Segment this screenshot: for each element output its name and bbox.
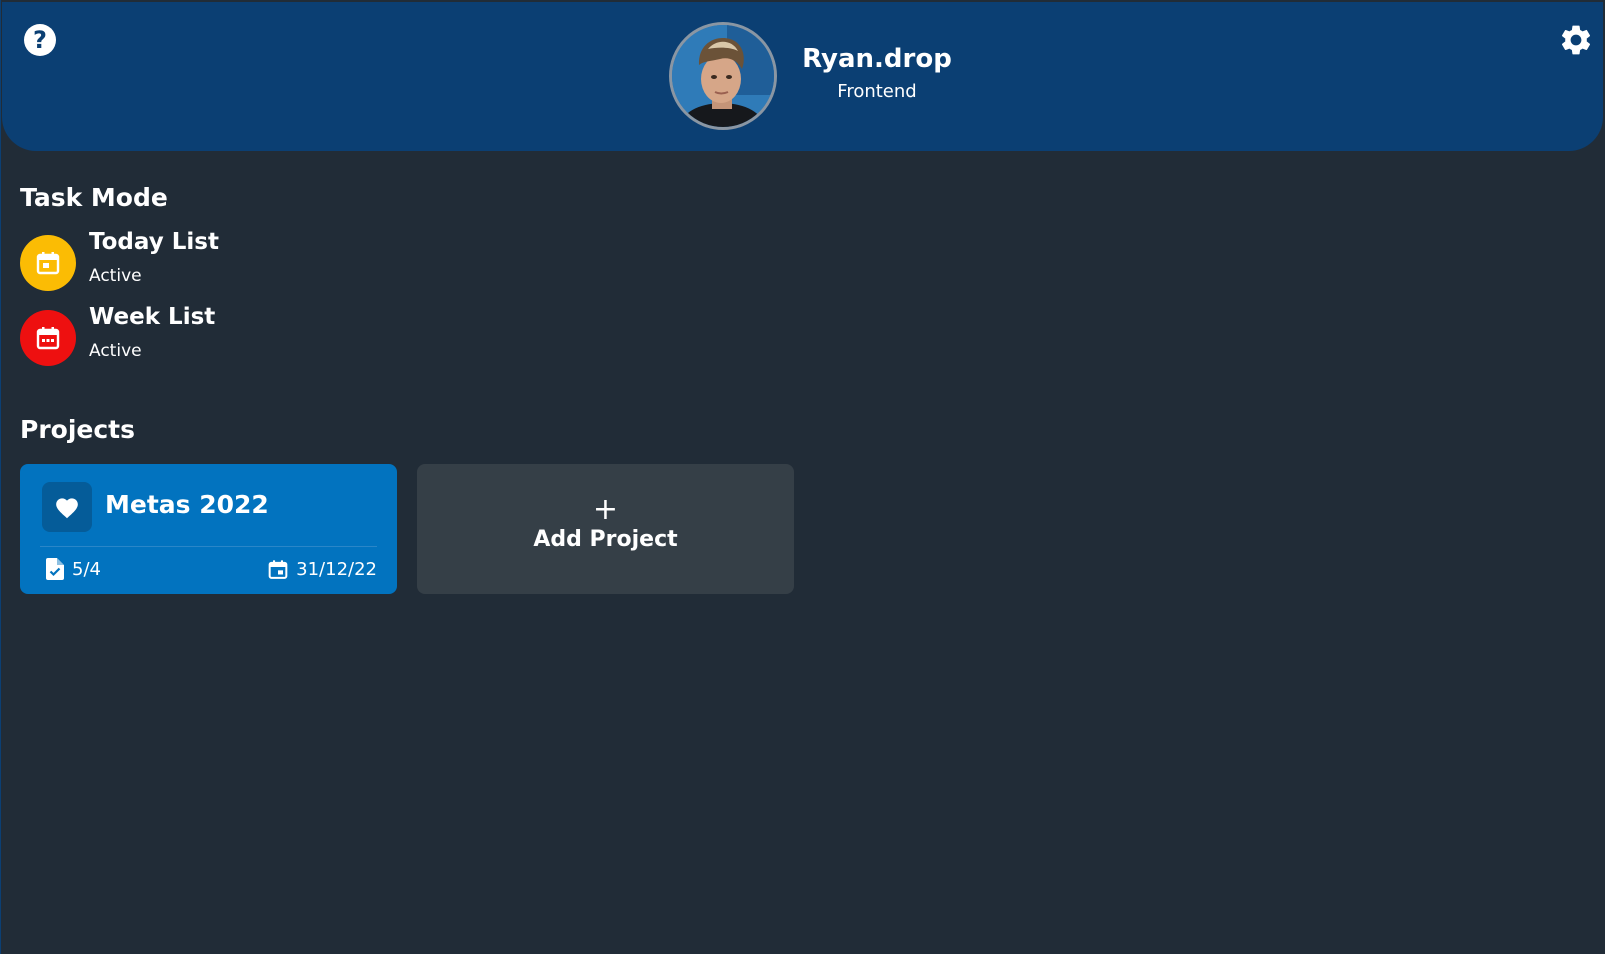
week-list-label: Week List (89, 304, 216, 330)
profile-header: ? Ryan.drop Frontend (2, 2, 1603, 151)
task-mode-today-list[interactable]: Today List Active (20, 229, 340, 295)
due-date-text: 31/12/22 (296, 558, 377, 580)
project-due-date: 31/12/22 (268, 557, 377, 581)
task-file-icon (46, 558, 64, 580)
task-mode-heading: Task Mode (20, 183, 168, 212)
today-list-status: Active (89, 266, 142, 286)
project-task-count: 5/4 (46, 557, 101, 581)
project-divider (40, 546, 377, 547)
calendar-today-icon (20, 235, 76, 291)
task-count-text: 5/4 (72, 558, 101, 580)
week-list-status: Active (89, 341, 142, 361)
avatar[interactable] (669, 22, 777, 130)
calendar-icon (268, 559, 288, 579)
task-mode-week-list[interactable]: Week List Active (20, 304, 340, 370)
add-project-label: Add Project (533, 527, 678, 552)
window-edge (0, 0, 1, 954)
user-role: Frontend (837, 81, 917, 102)
heart-icon (42, 482, 92, 532)
add-project-button[interactable]: + Add Project (417, 464, 794, 594)
projects-heading: Projects (20, 415, 136, 444)
question-icon[interactable]: ? (24, 24, 56, 56)
gear-icon[interactable] (1558, 22, 1594, 58)
user-name: Ryan.drop (802, 44, 952, 74)
avatar-photo (672, 25, 774, 127)
project-card-metas-2022[interactable]: Metas 2022 5/4 31/12/22 (20, 464, 397, 594)
calendar-week-icon (20, 310, 76, 366)
project-name: Metas 2022 (105, 490, 269, 519)
today-list-label: Today List (89, 229, 219, 255)
plus-icon: + (592, 492, 619, 527)
